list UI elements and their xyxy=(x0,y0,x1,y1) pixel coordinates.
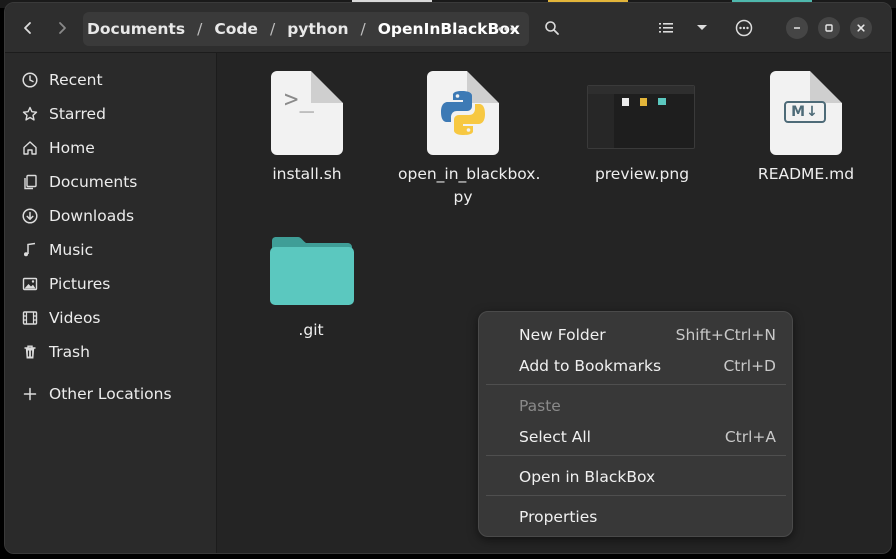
menu-separator xyxy=(486,455,786,456)
menu-item-open-in-blackbox[interactable]: Open in BlackBox xyxy=(487,461,784,492)
context-menu: New Folder Shift+Ctrl+N Add to Bookmarks… xyxy=(478,311,793,537)
sidebar-item-label: Music xyxy=(49,241,94,259)
markdown-file-icon: M↓ xyxy=(741,71,871,155)
documents-icon xyxy=(21,173,39,191)
sidebar-item-label: Videos xyxy=(49,309,101,327)
file-manager-window: Documents / Code / python / OpenInBlackB… xyxy=(4,2,892,554)
file-name: open_in_blackbox.py xyxy=(398,163,540,209)
maximize-button[interactable] xyxy=(818,17,840,39)
markdown-glyph: M↓ xyxy=(791,104,819,120)
sidebar-item-videos[interactable]: Videos xyxy=(11,302,211,334)
menu-item-new-folder[interactable]: New Folder Shift+Ctrl+N xyxy=(487,319,784,350)
sidebar-item-trash[interactable]: Trash xyxy=(11,336,211,368)
more-horizontal-icon xyxy=(498,27,514,31)
menu-item-label: Paste xyxy=(519,396,561,415)
menu-item-label: Add to Bookmarks xyxy=(519,356,662,375)
star-icon xyxy=(21,105,39,123)
sidebar-item-music[interactable]: Music xyxy=(11,234,211,266)
minimize-button[interactable] xyxy=(786,17,808,39)
music-icon xyxy=(21,241,39,259)
close-button[interactable] xyxy=(850,17,872,39)
file-item-readme-md[interactable]: M↓ README.md xyxy=(741,71,871,186)
dropdown-arrow-icon xyxy=(697,25,707,30)
chevron-right-icon xyxy=(59,22,66,34)
breadcrumb-documents[interactable]: Documents xyxy=(85,20,187,38)
menu-separator xyxy=(486,384,786,385)
home-icon xyxy=(21,139,39,157)
trash-icon xyxy=(21,343,39,361)
close-icon xyxy=(857,24,865,32)
menu-item-add-to-bookmarks[interactable]: Add to Bookmarks Ctrl+D xyxy=(487,350,784,381)
file-name-part: open_in_blackbox. xyxy=(398,165,541,183)
python-logo-icon xyxy=(441,91,485,135)
list-view-icon xyxy=(659,23,673,33)
breadcrumb-separator: / xyxy=(360,20,366,38)
breadcrumb-python[interactable]: python xyxy=(285,20,350,38)
sidebar-item-label: Pictures xyxy=(49,275,111,293)
file-name: .git xyxy=(298,321,324,339)
pictures-icon xyxy=(21,275,39,293)
header-bar: Documents / Code / python / OpenInBlackB… xyxy=(5,3,891,53)
file-name: install.sh xyxy=(272,165,342,183)
sidebar-item-starred[interactable]: Starred xyxy=(11,98,211,130)
plus-icon xyxy=(21,385,39,403)
image-thumbnail xyxy=(577,71,707,155)
file-item-install-sh[interactable]: >_ install.sh xyxy=(242,71,372,186)
sidebar-item-label: Starred xyxy=(49,105,106,123)
sidebar-item-home[interactable]: Home xyxy=(11,132,211,164)
view-mode-button[interactable] xyxy=(651,13,681,43)
sidebar-item-pictures[interactable]: Pictures xyxy=(11,268,211,300)
chevron-left-icon xyxy=(24,22,31,34)
file-item-preview-png[interactable]: preview.png xyxy=(577,71,707,186)
sidebar-item-recent[interactable]: Recent xyxy=(11,64,211,96)
file-name: preview.png xyxy=(594,165,690,183)
menu-item-properties[interactable]: Properties xyxy=(487,501,784,532)
sidebar-item-label: Downloads xyxy=(49,207,135,225)
sidebar-item-label: Other Locations xyxy=(49,385,172,403)
view-options-button[interactable] xyxy=(687,13,717,43)
search-button[interactable] xyxy=(537,13,567,43)
path-menu-button[interactable] xyxy=(491,14,521,44)
downloads-icon xyxy=(21,207,39,225)
maximize-icon xyxy=(825,24,833,32)
menu-item-label: Open in BlackBox xyxy=(519,467,656,486)
menu-item-paste: Paste xyxy=(487,390,784,421)
file-item-open-in-blackbox-py[interactable]: open_in_blackbox.py xyxy=(398,71,540,209)
sidebar-item-other-locations[interactable]: Other Locations xyxy=(11,378,211,410)
sidebar: Recent Starred Home Documents Downloads … xyxy=(5,53,217,553)
menu-item-select-all[interactable]: Select All Ctrl+A xyxy=(487,421,784,452)
breadcrumb-code[interactable]: Code xyxy=(212,20,260,38)
menu-item-label: Properties xyxy=(519,507,598,526)
menu-item-shortcut: Ctrl+D xyxy=(723,356,776,375)
menu-item-shortcut: Shift+Ctrl+N xyxy=(675,325,776,344)
videos-icon xyxy=(21,309,39,327)
search-icon xyxy=(545,21,559,35)
script-file-icon: >_ xyxy=(242,71,372,155)
forward-button[interactable] xyxy=(47,13,77,43)
minimize-icon xyxy=(794,27,800,29)
clock-icon xyxy=(21,71,39,89)
menu-item-label: Select All xyxy=(519,427,591,446)
sidebar-item-label: Documents xyxy=(49,173,138,191)
sidebar-item-downloads[interactable]: Downloads xyxy=(11,200,211,232)
file-name: README.md xyxy=(757,165,855,183)
more-circle-icon xyxy=(735,19,753,37)
breadcrumb-separator: / xyxy=(197,20,203,38)
menu-separator xyxy=(486,495,786,496)
sidebar-item-label: Trash xyxy=(49,343,90,361)
sidebar-item-label: Recent xyxy=(49,71,103,89)
path-bar: Documents / Code / python / OpenInBlackB… xyxy=(83,12,529,46)
file-name-part: py xyxy=(453,188,473,206)
sidebar-item-documents[interactable]: Documents xyxy=(11,166,211,198)
breadcrumb-separator: / xyxy=(269,20,276,38)
back-button[interactable] xyxy=(13,13,43,43)
menu-item-shortcut: Ctrl+A xyxy=(724,427,776,446)
folder-icon xyxy=(246,233,376,307)
python-file-icon xyxy=(398,71,528,155)
terminal-prompt-glyph: >_ xyxy=(284,85,315,113)
main-menu-button[interactable] xyxy=(729,13,759,43)
folder-item-git[interactable]: .git xyxy=(246,233,376,342)
sidebar-item-label: Home xyxy=(49,139,95,157)
menu-item-label: New Folder xyxy=(519,325,606,344)
